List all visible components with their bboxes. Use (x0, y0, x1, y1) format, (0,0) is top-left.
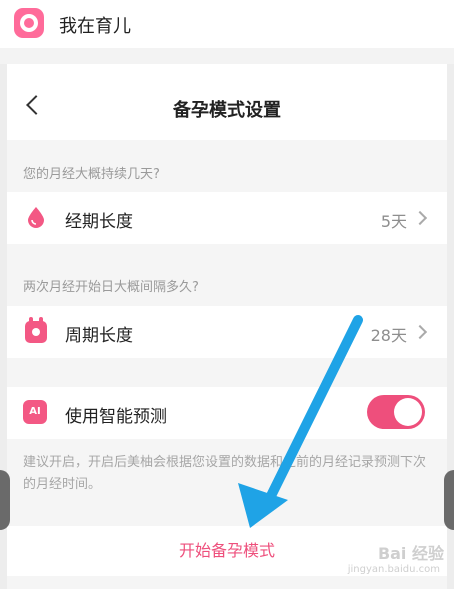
cycle-length-value: 28天 (370, 326, 407, 345)
smart-predict-label: 使用智能预测 (65, 407, 167, 427)
smart-predict-row: AI 使用智能预测 (7, 387, 447, 439)
page-title: 备孕模式设置 (173, 100, 281, 121)
cycle-length-label: 周期长度 (65, 326, 133, 346)
left-edge (0, 470, 10, 530)
watermark: Bai 经验 (377, 544, 444, 563)
cycle-length-row[interactable]: 周期长度 28天 (7, 306, 447, 358)
right-edge (444, 470, 454, 530)
app-header: 我在育儿 (0, 0, 454, 48)
period-hint: 您的月经大概持续几天? (23, 167, 160, 182)
app-logo-icon (14, 8, 44, 38)
cycle-hint: 两次月经开始日大概间隔多久? (23, 280, 199, 295)
period-length-row[interactable]: 经期长度 5天 (7, 192, 447, 244)
app-header-title: 我在育儿 (59, 16, 131, 37)
smart-predict-toggle[interactable] (367, 395, 425, 429)
drop-icon (26, 206, 46, 228)
chevron-right-icon (412, 324, 428, 340)
period-length-label: 经期长度 (65, 212, 133, 232)
calendar-icon (25, 317, 47, 343)
watermark-sub: jingyan.baidu.com (347, 564, 440, 575)
period-length-value: 5天 (380, 212, 407, 231)
chevron-right-icon (412, 210, 428, 226)
nav-bar: 备孕模式设置 (7, 64, 447, 140)
smart-predict-description: 建议开启，开启后美柚会根据您设置的数据和之前的月经记录预测下次的月经时间。 (23, 455, 427, 492)
settings-screen: 备孕模式设置 您的月经大概持续几天? 经期长度 5天 两次月经开始日大概间隔多久… (7, 64, 447, 589)
ai-icon: AI (23, 400, 47, 424)
header-divider (0, 48, 454, 64)
